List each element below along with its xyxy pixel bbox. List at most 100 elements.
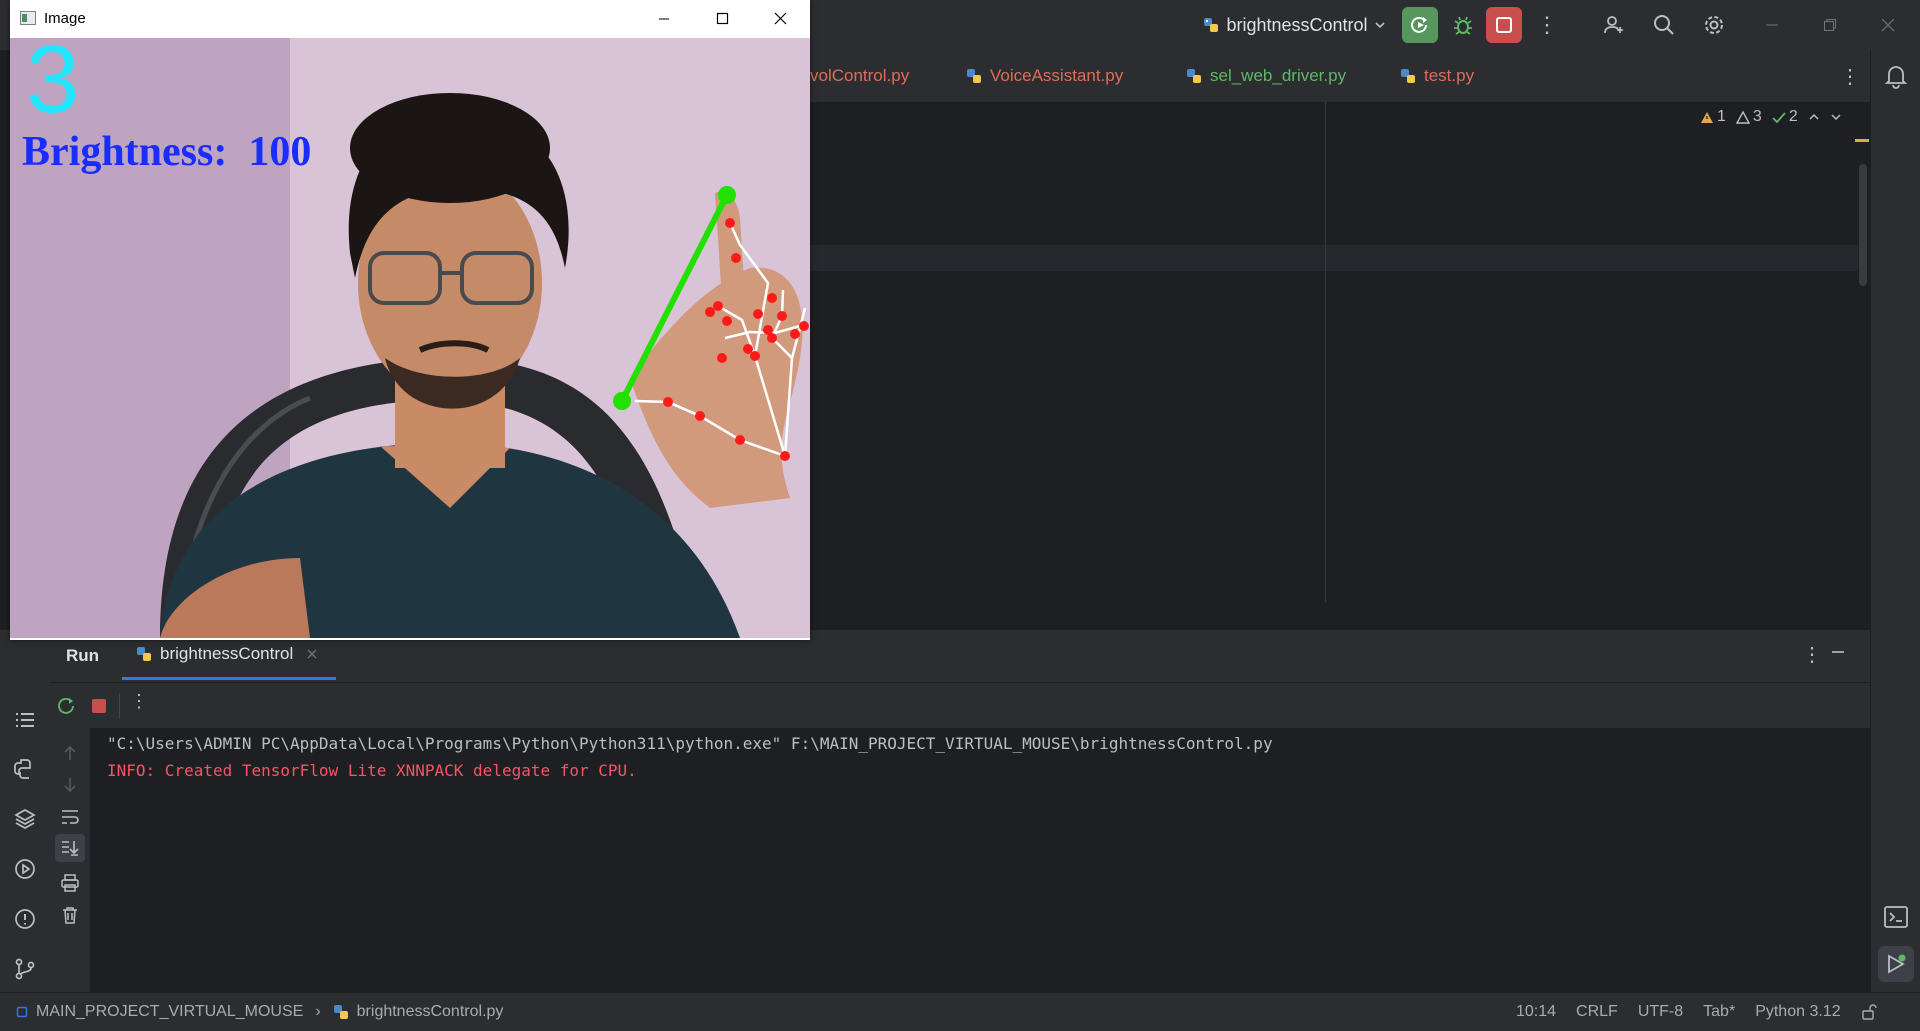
opencv-image-window[interactable]: Image 3 Brightness: 100 xyxy=(10,0,810,640)
rerun-button[interactable] xyxy=(1402,0,1438,50)
status-widgets: 10:14 CRLF UTF-8 Tab* Python 3.12 xyxy=(1516,993,1877,1031)
terminal-button[interactable] xyxy=(1884,906,1908,933)
arrow-down-icon[interactable] xyxy=(62,776,78,794)
tab-label: test.py xyxy=(1424,66,1475,85)
stop-icon xyxy=(1496,17,1512,33)
debug-button[interactable] xyxy=(1446,0,1480,50)
toolbar-divider xyxy=(119,693,120,719)
code-editor[interactable]: 1 3 2 xyxy=(810,102,1870,602)
structure-icon[interactable] xyxy=(13,708,37,732)
breadcrumb-file[interactable]: brightnessControl.py xyxy=(357,1003,504,1021)
image-window-titlebar[interactable]: Image xyxy=(10,0,810,38)
warning-outline-icon xyxy=(1735,110,1750,124)
console-line-command: "C:\Users\ADMIN PC\AppData\Local\Program… xyxy=(107,734,1273,753)
minimize-icon xyxy=(1832,651,1844,653)
print-icon[interactable] xyxy=(60,874,80,892)
close-window-button[interactable] xyxy=(1872,0,1904,50)
tab-sel-web-driver[interactable]: sel_web_driver.py xyxy=(1186,50,1346,102)
notifications-button[interactable] xyxy=(1884,63,1908,94)
arrow-up-icon[interactable] xyxy=(62,744,78,762)
right-tool-strip xyxy=(1870,50,1920,1000)
run-console-output[interactable]: "C:\Users\ADMIN PC\AppData\Local\Program… xyxy=(90,728,1870,992)
more-vertical-icon: ⋮ xyxy=(1840,65,1860,88)
chevron-down-icon xyxy=(1374,22,1385,29)
soft-wrap-icon[interactable] xyxy=(60,808,80,826)
chevron-down-icon[interactable] xyxy=(1830,111,1842,123)
chevron-up-icon[interactable] xyxy=(1808,111,1820,123)
trash-icon[interactable] xyxy=(61,906,79,924)
python-interpreter[interactable]: Python 3.12 xyxy=(1755,1003,1840,1021)
layers-icon[interactable] xyxy=(13,807,37,831)
terminal-icon xyxy=(1884,906,1908,928)
indent-setting[interactable]: Tab* xyxy=(1703,1003,1735,1021)
rerun-icon[interactable] xyxy=(56,696,76,716)
tab-voiceassistant[interactable]: VoiceAssistant.py xyxy=(966,50,1123,102)
tabs-more-button[interactable]: ⋮ xyxy=(1840,50,1860,102)
gear-icon xyxy=(1705,16,1723,34)
breadcrumb-project[interactable]: MAIN_PROJECT_VIRTUAL_MOUSE xyxy=(36,1003,303,1021)
bell-icon xyxy=(1884,66,1908,89)
editor-tabs-bar: volControl.py VoiceAssistant.py sel_web_… xyxy=(810,50,1870,103)
typo-count: 2 xyxy=(1772,108,1798,126)
webcam-frame: 3 Brightness: 100 xyxy=(10,38,810,638)
file-encoding[interactable]: UTF-8 xyxy=(1638,1003,1683,1021)
warning-icon xyxy=(1701,111,1713,123)
close-icon[interactable] xyxy=(774,12,787,25)
warning-strong: 1 xyxy=(1700,108,1726,126)
code-with-me-button[interactable] xyxy=(1596,0,1632,50)
minimize-icon[interactable] xyxy=(658,13,670,25)
more-vertical-icon: ⋮ xyxy=(1802,644,1822,666)
run-toolbar-more-button[interactable]: ⋮ xyxy=(130,691,148,712)
more-vertical-icon: ⋮ xyxy=(1536,12,1558,37)
run-panel-options-button[interactable]: ⋮ xyxy=(1802,642,1822,667)
breadcrumb: MAIN_PROJECT_VIRTUAL_MOUSE › brightnessC… xyxy=(16,993,503,1031)
run-config-label: brightnessControl xyxy=(1226,14,1368,35)
rerun-icon xyxy=(1411,16,1427,33)
tab-test[interactable]: test.py xyxy=(1400,50,1474,102)
scroll-to-end-button[interactable] xyxy=(55,834,85,862)
maximize-icon[interactable] xyxy=(716,12,729,25)
run-config-selector[interactable]: brightnessControl xyxy=(1196,0,1392,50)
console-side-tools xyxy=(50,728,90,992)
inspection-widget[interactable]: 1 3 2 xyxy=(1700,108,1842,126)
python-run-config-icon xyxy=(1204,18,1219,32)
python-file-icon xyxy=(137,646,151,661)
line-separator[interactable]: CRLF xyxy=(1576,1003,1618,1021)
brightness-overlay: Brightness: 100 xyxy=(22,129,312,175)
status-bar: MAIN_PROJECT_VIRTUAL_MOUSE › brightnessC… xyxy=(0,992,1920,1031)
tab-label: sel_web_driver.py xyxy=(1210,66,1347,85)
window-app-icon xyxy=(20,11,36,25)
scroll-to-end-icon xyxy=(62,841,79,856)
tab-volcontrol[interactable]: volControl.py xyxy=(810,50,909,102)
bug-icon xyxy=(1454,16,1472,35)
minimize-button[interactable] xyxy=(1756,0,1788,50)
current-line-highlight xyxy=(810,245,1858,271)
warning-stripe-marker[interactable] xyxy=(1855,139,1869,142)
image-window-title: Image xyxy=(44,10,86,27)
services-icon[interactable] xyxy=(13,857,37,881)
close-tab-icon[interactable] xyxy=(307,649,317,659)
caret-position[interactable]: 10:14 xyxy=(1516,1003,1556,1021)
warning-weak: 3 xyxy=(1735,108,1762,126)
python-file-icon xyxy=(333,1005,348,1019)
tab-label: volControl.py xyxy=(810,66,910,85)
problems-icon[interactable] xyxy=(13,907,37,931)
settings-button[interactable] xyxy=(1696,0,1732,50)
run-tool-window-button[interactable] xyxy=(1878,946,1914,982)
lock-icon[interactable] xyxy=(1861,1004,1877,1020)
hide-panel-button[interactable] xyxy=(1830,644,1846,665)
chevron-right-icon: › xyxy=(315,1003,321,1020)
right-margin-guide xyxy=(1325,102,1326,602)
editor-scrollbar[interactable] xyxy=(1859,164,1867,286)
python-file-icon xyxy=(1187,69,1201,83)
left-tool-strip xyxy=(0,630,50,992)
restore-button[interactable] xyxy=(1814,0,1846,50)
more-actions-button[interactable]: ⋮ xyxy=(1532,0,1562,50)
search-button[interactable] xyxy=(1646,0,1682,50)
python-file-icon xyxy=(1401,69,1415,83)
stop-button[interactable] xyxy=(1486,0,1522,50)
run-tab-label: brightnessControl xyxy=(160,643,294,663)
git-icon[interactable] xyxy=(13,957,37,981)
python-console-icon[interactable] xyxy=(13,757,37,781)
stop-icon[interactable] xyxy=(90,697,108,715)
